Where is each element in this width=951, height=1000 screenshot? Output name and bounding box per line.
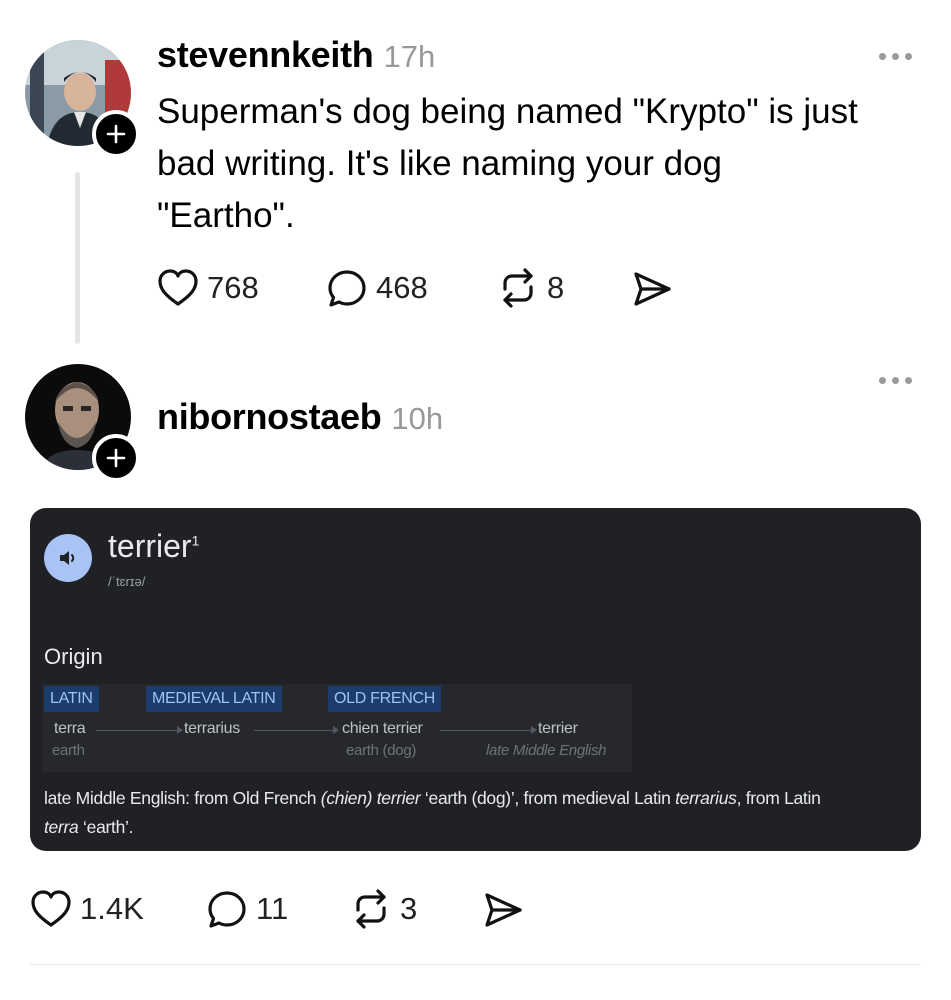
comment-icon	[328, 270, 366, 307]
follow-plus-button[interactable]	[92, 434, 140, 482]
etymology-gloss: late Middle English	[486, 742, 607, 759]
like-count: 1.4K	[80, 891, 144, 926]
like-count: 768	[207, 270, 259, 305]
etymology-description: late Middle English: from Old French (ch…	[44, 784, 914, 842]
origin-heading: Origin	[44, 644, 103, 669]
arrowhead-icon	[177, 726, 183, 734]
heart-icon	[158, 269, 198, 306]
desc-italic: terra	[44, 817, 79, 837]
desc-italic: (chien) terrier	[320, 788, 421, 808]
desc-text: , from Latin	[736, 788, 821, 808]
heart-icon	[31, 890, 71, 927]
repost-icon	[356, 889, 386, 929]
desc-italic: terrarius	[675, 788, 737, 808]
username[interactable]: nibornostaeb	[157, 396, 382, 437]
etymology-word: chien terrier	[342, 720, 423, 737]
more-icon[interactable]	[879, 377, 912, 384]
pronunciation: /ˈtɛrɪə/	[108, 574, 146, 589]
reply-count: 11	[256, 891, 289, 926]
etymology-language-tag: OLD FRENCH	[328, 686, 442, 712]
post-time: 17h	[383, 39, 436, 74]
repost-button[interactable]: 3	[350, 889, 417, 929]
repost-count: 3	[400, 891, 418, 926]
post-text-line: "Eartho".	[157, 196, 295, 235]
speaker-icon[interactable]	[44, 534, 92, 582]
post-text-line: Superman's dog being named "Krypto" is j…	[157, 92, 858, 131]
word-superscript: 1	[191, 532, 200, 549]
thread-line	[75, 172, 80, 344]
share-button[interactable]	[482, 891, 524, 929]
post-divider	[30, 964, 921, 965]
send-icon	[485, 893, 522, 927]
desc-text: late Middle English: from Old French	[44, 788, 321, 808]
repost-button[interactable]: 8	[497, 268, 564, 308]
repost-icon	[503, 268, 533, 308]
post-time: 10h	[391, 401, 444, 436]
etymology-arrow	[96, 730, 178, 731]
dictionary-word: terrier1	[108, 528, 199, 565]
reply-button[interactable]: 11	[206, 889, 288, 929]
reply-button[interactable]: 468	[326, 268, 428, 308]
arrowhead-icon	[333, 726, 339, 734]
etymology-language-tag: LATIN	[44, 686, 99, 712]
word-text: terrier	[108, 528, 192, 564]
more-icon[interactable]	[879, 53, 912, 60]
etymology-arrow	[254, 730, 334, 731]
etymology-diagram: LATIN MEDIEVAL LATIN OLD FRENCH terra te…	[42, 684, 632, 772]
comment-icon	[208, 891, 246, 928]
username[interactable]: stevennkeith	[157, 34, 374, 75]
like-button[interactable]: 1.4K	[30, 889, 144, 929]
etymology-word: terrarius	[184, 720, 240, 737]
send-icon	[634, 272, 671, 306]
etymology-language-tag: MEDIEVAL LATIN	[146, 686, 282, 712]
follow-plus-button[interactable]	[92, 110, 140, 158]
like-button[interactable]: 768	[157, 268, 259, 308]
post-image-dictionary[interactable]: terrier1 /ˈtɛrɪə/ Origin LATIN MEDIEVAL …	[30, 508, 921, 851]
reply-count: 468	[376, 270, 428, 305]
desc-text: ‘earth (dog)’, from medieval Latin	[420, 788, 676, 808]
etymology-gloss: earth	[52, 742, 85, 759]
repost-count: 8	[547, 270, 565, 305]
post-text-line: bad writing. It's like naming your dog	[157, 144, 723, 183]
share-button[interactable]	[631, 270, 673, 308]
etymology-arrow	[440, 730, 532, 731]
plus-icon	[106, 124, 126, 144]
post-text: Superman's dog being named "Krypto" is j…	[157, 86, 937, 242]
plus-icon	[106, 448, 126, 468]
etymology-word: terra	[54, 720, 86, 737]
desc-text: ‘earth’.	[78, 817, 134, 837]
etymology-word: terrier	[538, 720, 578, 737]
post-header: stevennkeith 17h	[157, 34, 435, 76]
post-header: nibornostaeb 10h	[157, 396, 443, 438]
arrowhead-icon	[531, 726, 537, 734]
etymology-gloss: earth (dog)	[346, 742, 417, 759]
